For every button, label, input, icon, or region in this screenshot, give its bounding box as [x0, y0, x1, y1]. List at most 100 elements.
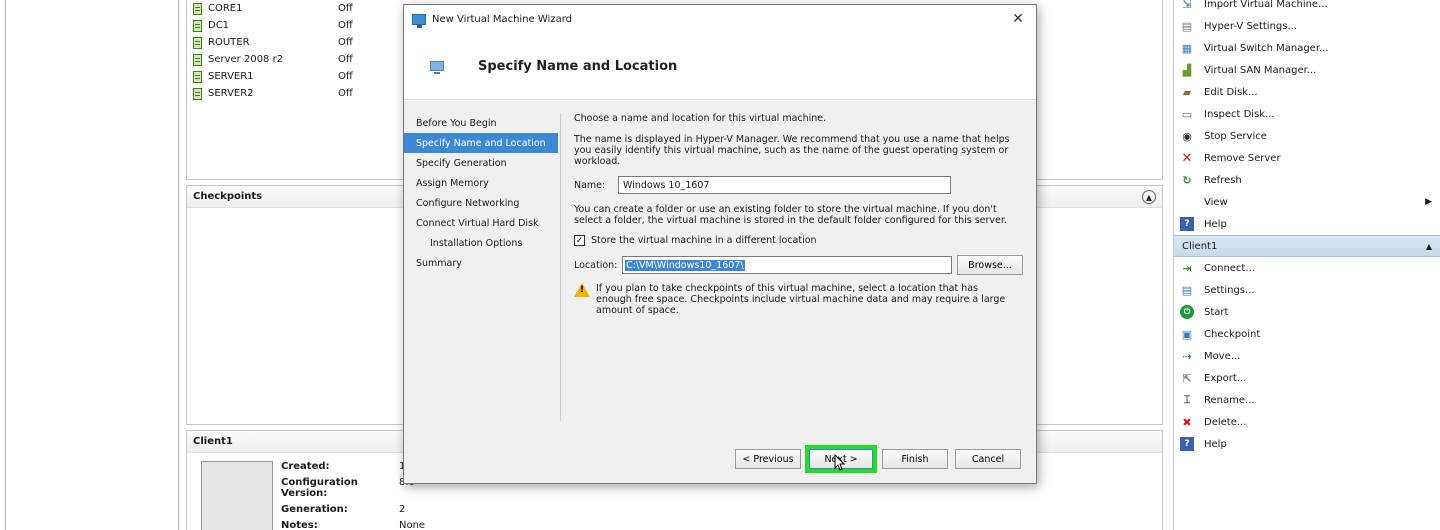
detail-value: 2 — [399, 504, 406, 515]
vm-icon — [193, 70, 202, 83]
wizard-step[interactable]: Installation Options — [404, 233, 558, 253]
delete-icon: ✖ — [1182, 415, 1192, 429]
remove-icon: ✕ — [1181, 150, 1193, 166]
action-label: Edit Disk... — [1204, 86, 1258, 98]
vm-icon — [193, 19, 202, 32]
action-stop-service[interactable]: ◉ Stop Service — [1174, 125, 1440, 147]
start-icon: ⏻ — [1180, 305, 1194, 319]
store-checkbox-row[interactable]: ✓ Store the virtual machine in a differe… — [574, 235, 1024, 246]
action-inspect-disk[interactable]: ▭ Inspect Disk... — [1174, 103, 1440, 125]
wizard-content: Choose a name and location for this virt… — [574, 113, 1024, 316]
action-rename[interactable]: ⌶ Rename... — [1174, 389, 1440, 411]
collapse-up-icon[interactable]: ▲ — [1142, 190, 1156, 204]
browse-button[interactable]: Browse... — [957, 255, 1023, 275]
name-label: Name: — [574, 179, 606, 191]
name-help-text: The name is displayed in Hyper-V Manager… — [574, 134, 1010, 167]
location-input[interactable]: C:\VM\Windows10_1607\ — [622, 256, 952, 274]
action-label: Stop Service — [1204, 130, 1267, 142]
wizard-body: Before You Begin Specify Name and Locati… — [404, 101, 1036, 427]
action-label: Rename... — [1204, 394, 1255, 406]
action-export[interactable]: ⇱ Export... — [1174, 367, 1440, 389]
move-icon: ⇢ — [1182, 349, 1192, 363]
wizard-step[interactable]: Summary — [404, 253, 558, 273]
cancel-button[interactable]: Cancel — [955, 449, 1021, 469]
wizard-step[interactable]: Specify Generation — [404, 153, 558, 173]
connect-icon: ⇥ — [1182, 261, 1192, 275]
vm-name: Server 2008 r2 — [208, 54, 284, 65]
store-checkbox-label[interactable]: Store the virtual machine in a different… — [591, 235, 817, 246]
new-vm-wizard-dialog: New Virtual Machine Wizard ✕ Specify Nam… — [403, 4, 1037, 484]
wizard-page-title: Specify Name and Location — [478, 58, 678, 74]
san-icon: ▟ — [1182, 63, 1192, 77]
action-virtual-san-manager[interactable]: ▟ Virtual SAN Manager... — [1174, 59, 1440, 81]
vm-actions-section-header[interactable]: Client1 ▲ — [1174, 235, 1440, 257]
vm-icon — [193, 2, 202, 15]
actions-pane: ⇲ Import Virtual Machine... ▤ Hyper-V Se… — [1173, 0, 1440, 530]
action-label: Virtual SAN Manager... — [1204, 64, 1317, 76]
action-label: Delete... — [1204, 416, 1247, 428]
action-delete[interactable]: ✖ Delete... — [1174, 411, 1440, 433]
steps-divider — [560, 113, 561, 421]
detail-label: Generation: — [281, 504, 348, 515]
vm-state: Off — [338, 71, 353, 82]
action-settings[interactable]: ▤ Settings... — [1174, 279, 1440, 301]
action-help[interactable]: ? Help — [1174, 213, 1440, 235]
action-move[interactable]: ⇢ Move... — [1174, 345, 1440, 367]
action-refresh[interactable]: ↻ Refresh — [1174, 169, 1440, 191]
window-edge-left — [5, 0, 6, 530]
action-label: Refresh — [1204, 174, 1242, 186]
vm-row[interactable]: Server 2008 r2 Off — [193, 51, 353, 68]
vm-row[interactable]: CORE1 Off — [193, 0, 353, 17]
action-label: Move... — [1204, 350, 1241, 362]
mouse-cursor-icon — [834, 454, 846, 471]
vm-thumbnail[interactable] — [201, 461, 273, 530]
vm-state: Off — [338, 3, 353, 14]
name-row: Name: Windows 10_1607 — [574, 176, 1024, 194]
vm-row[interactable]: SERVER1 Off — [193, 68, 353, 85]
action-checkpoint[interactable]: ▣ Checkpoint — [1174, 323, 1440, 345]
action-hyperv-settings[interactable]: ▤ Hyper-V Settings... — [1174, 15, 1440, 37]
vm-name: SERVER1 — [208, 71, 254, 82]
action-import-vm[interactable]: ⇲ Import Virtual Machine... — [1174, 0, 1440, 15]
wizard-step[interactable]: Before You Begin — [404, 113, 558, 133]
action-start[interactable]: ⏻ Start — [1174, 301, 1440, 323]
dialog-titlebar[interactable]: New Virtual Machine Wizard ✕ — [404, 5, 1036, 33]
name-input[interactable]: Windows 10_1607 — [618, 176, 951, 194]
warning-icon — [574, 283, 590, 297]
vm-name: CORE1 — [208, 3, 243, 14]
action-help-vm[interactable]: ? Help — [1174, 433, 1440, 455]
previous-button[interactable]: < Previous — [735, 449, 801, 469]
action-label: Settings... — [1204, 284, 1255, 296]
detail-value: None — [399, 520, 426, 530]
stop-icon: ◉ — [1182, 129, 1192, 143]
vm-row[interactable]: SERVER2 Off — [193, 85, 353, 102]
action-label: Inspect Disk... — [1204, 108, 1275, 120]
wizard-step[interactable]: Configure Networking — [404, 193, 558, 213]
action-edit-disk[interactable]: ▰ Edit Disk... — [1174, 81, 1440, 103]
finish-button[interactable]: Finish — [882, 449, 948, 469]
monitor-icon — [430, 61, 444, 74]
settings-icon: ▤ — [1181, 283, 1193, 297]
vm-state: Off — [338, 54, 353, 65]
vm-row[interactable]: ROUTER Off — [193, 34, 353, 51]
wizard-step[interactable]: Connect Virtual Hard Disk — [404, 213, 558, 233]
action-label: Help — [1204, 218, 1227, 230]
submenu-arrow-icon: ▶ — [1425, 197, 1432, 207]
checkbox-checked-icon[interactable]: ✓ — [574, 235, 585, 246]
wizard-footer: < Previous Next > Finish Cancel — [404, 427, 1036, 483]
vm-name: SERVER2 — [208, 88, 254, 99]
inspect-disk-icon: ▭ — [1181, 107, 1193, 121]
action-virtual-switch-manager[interactable]: ▦ Virtual Switch Manager... — [1174, 37, 1440, 59]
wizard-step[interactable]: Assign Memory — [404, 173, 558, 193]
action-remove-server[interactable]: ✕ Remove Server — [1174, 147, 1440, 169]
action-connect[interactable]: ⇥ Connect... — [1174, 257, 1440, 279]
close-icon[interactable]: ✕ — [1008, 9, 1028, 29]
action-label: Virtual Switch Manager... — [1204, 42, 1329, 54]
location-row: Location: C:\VM\Windows10_1607\ Browse..… — [574, 255, 1024, 275]
vm-row[interactable]: DC1 Off — [193, 17, 353, 34]
action-label: View — [1204, 196, 1228, 208]
action-view[interactable]: View ▶ — [1174, 191, 1440, 213]
settings-icon: ▤ — [1181, 19, 1193, 33]
wizard-step-active[interactable]: Specify Name and Location — [404, 133, 558, 153]
vm-state: Off — [338, 20, 353, 31]
